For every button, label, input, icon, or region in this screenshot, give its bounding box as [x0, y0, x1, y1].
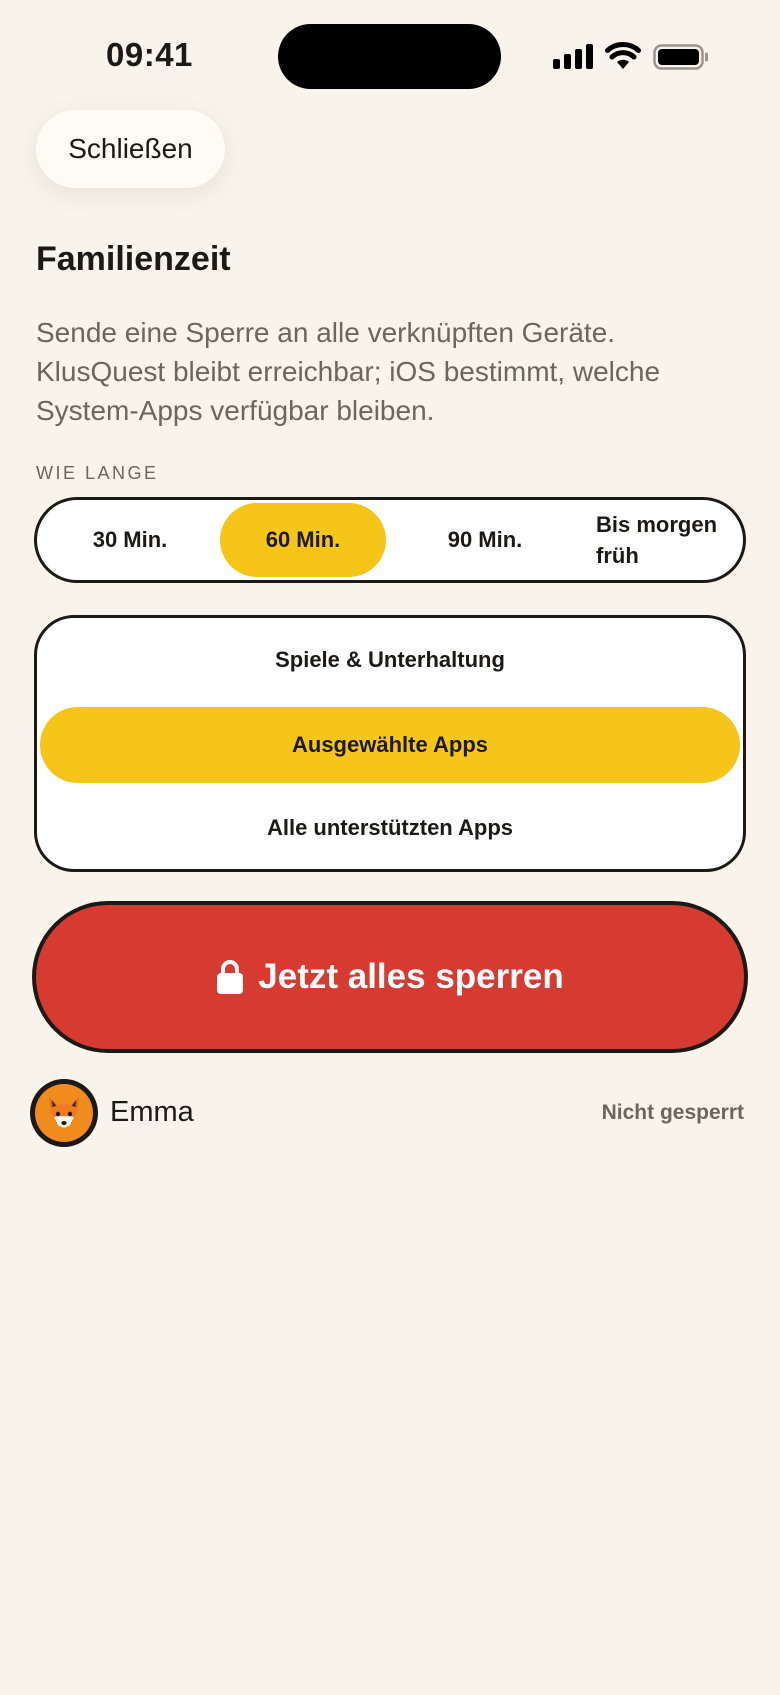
scope-option-games-entertainment[interactable]: Spiele & Unterhaltung [40, 622, 740, 698]
scope-option-selected-apps[interactable]: Ausgewählte Apps [40, 707, 740, 783]
duration-option-90[interactable]: 90 Min. [395, 503, 575, 577]
member-name: Emma [110, 1096, 194, 1128]
battery-icon [653, 44, 708, 70]
scope-option-label: Alle unterstützten Apps [266, 815, 514, 840]
wifi-icon [605, 42, 641, 69]
scope-options-card: Spiele & Unterhaltung Ausgewählte Apps A… [34, 615, 746, 872]
dynamic-island [278, 24, 501, 89]
avatar [30, 1079, 98, 1147]
page-title: Familienzeit [36, 240, 231, 278]
duration-option-label: 90 Min. [447, 527, 523, 552]
fox-icon [49, 1097, 79, 1128]
duration-option-label-line2: früh [596, 543, 639, 568]
page-description: Sende eine Sperre an alle verknüpften Ge… [36, 317, 661, 426]
scope-option-label: Ausgewählte Apps [292, 732, 488, 757]
lock-all-button[interactable]: Jetzt alles sperren [32, 901, 748, 1053]
scope-option-all-supported-apps[interactable]: Alle unterstützten Apps [40, 790, 740, 866]
status-time: 09:41 [106, 36, 193, 73]
duration-option-label: 30 Min. [92, 527, 168, 552]
lock-all-button-label: Jetzt alles sperren [258, 957, 564, 996]
duration-option-30[interactable]: 30 Min. [40, 503, 220, 577]
duration-option-until-morning[interactable]: Bis morgen früh [575, 503, 743, 577]
duration-option-label-line1: Bis morgen [596, 512, 718, 537]
cellular-signal-icon [553, 44, 593, 69]
close-button[interactable]: Schließen [36, 110, 225, 188]
duration-segmented-control: 30 Min. 60 Min. 90 Min. Bis morgen früh [34, 497, 746, 583]
scope-option-label: Spiele & Unterhaltung [275, 647, 505, 672]
duration-option-60[interactable]: 60 Min. [220, 503, 386, 577]
duration-section-label: WIE LANGE [36, 463, 159, 483]
duration-option-label: 60 Min. [265, 527, 341, 552]
member-lock-status: Nicht gesperrt [601, 1101, 744, 1124]
lock-icon [217, 960, 244, 994]
